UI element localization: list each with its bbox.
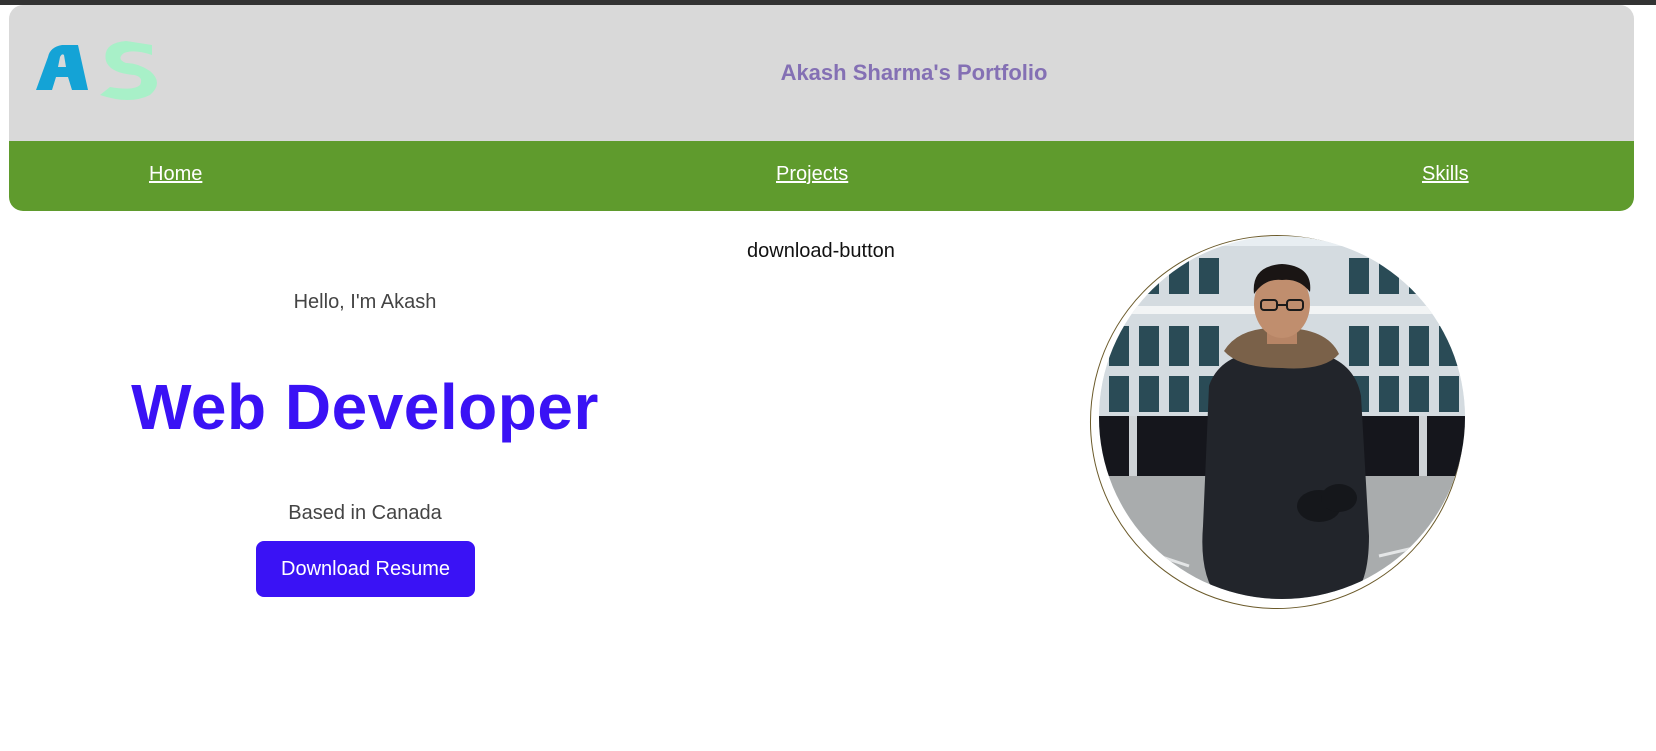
- main-nav: Home Projects Skills: [9, 141, 1634, 211]
- site-title: Akash Sharma's Portfolio: [780, 60, 1048, 85]
- hero-location: Based in Canada: [288, 502, 442, 524]
- nav-home-link[interactable]: Home: [149, 163, 202, 186]
- profile-photo-illustration: [1099, 236, 1465, 599]
- download-resume-button[interactable]: Download Resume: [256, 541, 475, 597]
- hover-tooltip-label: download-button: [747, 240, 895, 262]
- profile-photo: [1099, 236, 1465, 599]
- nav-projects-link[interactable]: Projects: [776, 163, 848, 186]
- site-header: Akash Sharma's Portfolio Home Projects S…: [9, 5, 1634, 211]
- hero-greeting: Hello, I'm Akash: [293, 291, 437, 313]
- nav-skills-link[interactable]: Skills: [1422, 163, 1469, 186]
- header-top: Akash Sharma's Portfolio: [9, 5, 1634, 141]
- hero-role-title: Web Developer: [131, 371, 599, 443]
